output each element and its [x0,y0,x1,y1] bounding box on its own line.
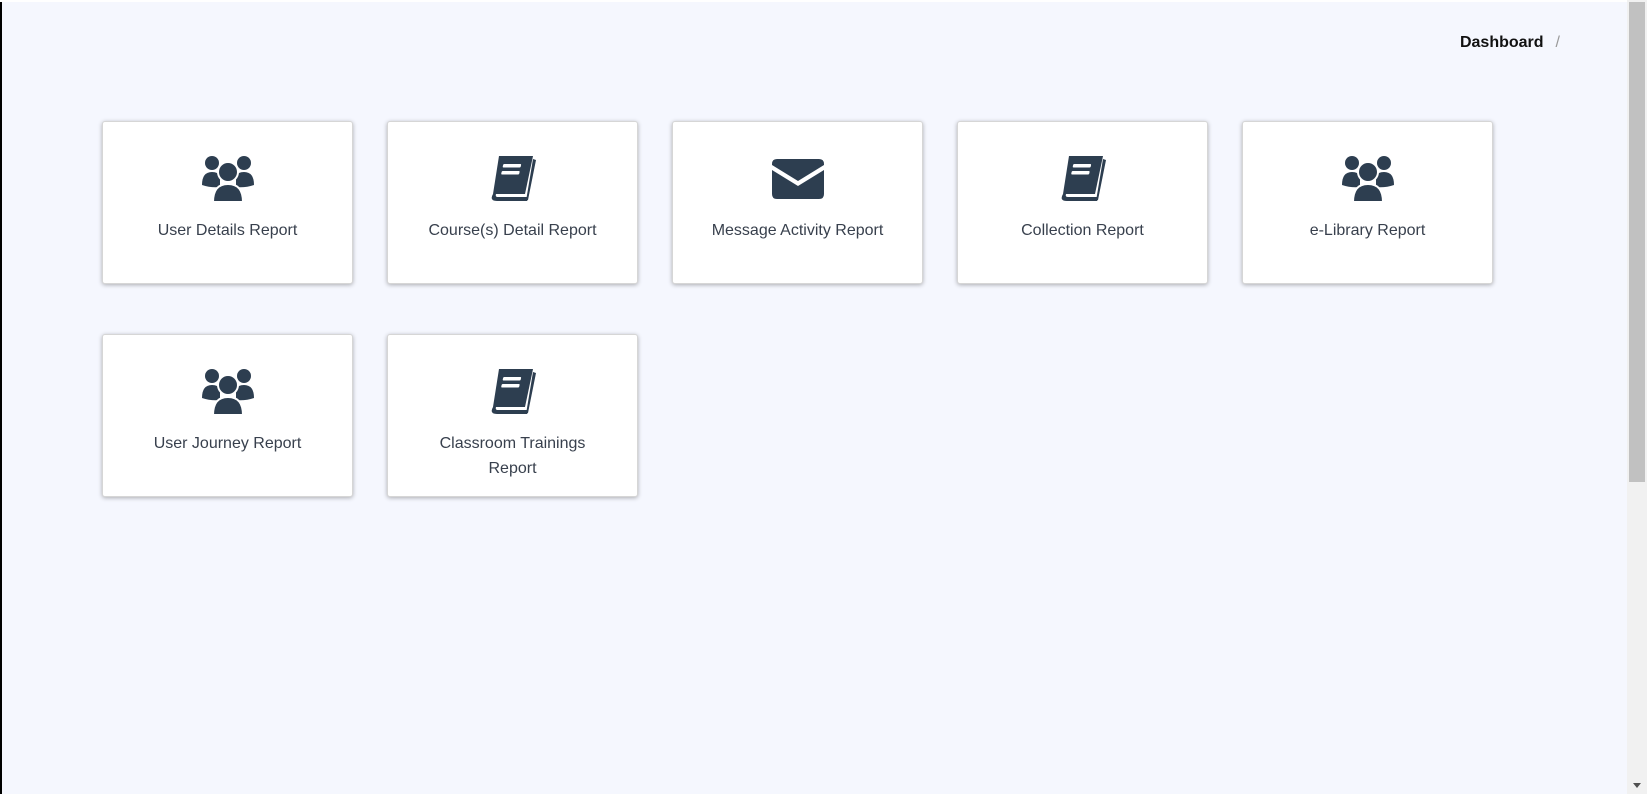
window-top-border [0,0,1627,2]
report-label: Classroom Trainings Report [439,435,586,477]
envelope-icon [770,153,826,205]
book-icon [485,366,541,418]
breadcrumb-dashboard[interactable]: Dashboard [1460,34,1544,52]
report-label: Course(s) Detail Report [428,222,597,239]
users-icon [200,366,256,418]
vertical-scrollbar[interactable] [1627,0,1647,794]
users-icon [200,153,256,205]
e-library-report-card[interactable]: e-Library Report [1242,121,1493,284]
users-icon [1340,153,1396,205]
report-grid: User Details Report Course(s) Detail Rep… [102,121,1493,497]
classroom-trainings-report-card[interactable]: Classroom Trainings Report [387,334,638,497]
breadcrumb-separator: / [1555,34,1560,51]
user-journey-report-card[interactable]: User Journey Report [102,334,353,497]
courses-detail-report-card[interactable]: Course(s) Detail Report [387,121,638,284]
book-icon [1055,153,1111,205]
report-label: Collection Report [1021,222,1144,239]
window-left-border [0,0,2,794]
scrollbar-thumb[interactable] [1629,2,1645,482]
report-label: e-Library Report [1309,222,1426,239]
user-details-report-card[interactable]: User Details Report [102,121,353,284]
message-activity-report-card[interactable]: Message Activity Report [672,121,923,284]
book-icon [485,153,541,205]
dashboard-page: Dashboard / User Details Report Course(s… [2,0,1627,794]
report-label: Message Activity Report [711,222,884,239]
breadcrumb: Dashboard / [1460,34,1560,52]
report-label: User Details Report [157,222,298,239]
collection-report-card[interactable]: Collection Report [957,121,1208,284]
scroll-down-arrow-icon[interactable] [1633,783,1641,788]
report-label: User Journey Report [153,435,302,452]
